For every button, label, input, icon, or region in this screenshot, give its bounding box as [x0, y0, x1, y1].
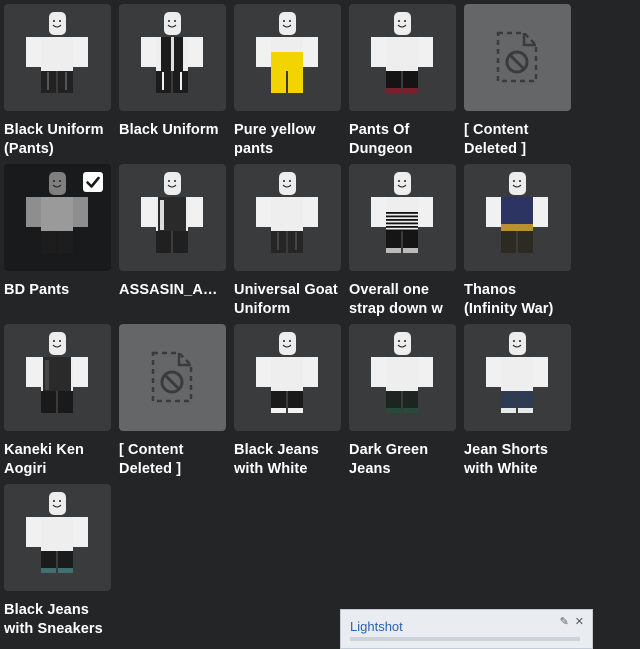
avatar-preview-icon: [371, 12, 433, 93]
lightshot-notification[interactable]: Lightshot ✎ ✕: [340, 609, 593, 649]
item-thumbnail[interactable]: [119, 164, 226, 271]
inventory-item[interactable]: Black Uniform: [119, 4, 226, 157]
avatar-preview-icon: [26, 492, 88, 573]
inventory-item[interactable]: Thanos (Infinity War): [464, 164, 571, 317]
item-thumbnail[interactable]: [4, 4, 111, 111]
inventory-grid: Black Uniform (Pants) Black Uniform Pure y…: [4, 4, 584, 637]
inventory-item[interactable]: ASSASIN_ASSASIN: [119, 164, 226, 317]
avatar-preview-icon: [256, 172, 318, 253]
item-name[interactable]: Black Uniform: [119, 121, 226, 140]
checkmark-icon[interactable]: [83, 172, 103, 192]
inventory-item[interactable]: Black Jeans with White: [234, 324, 341, 477]
avatar-preview-icon: [141, 12, 203, 93]
item-thumbnail[interactable]: [234, 4, 341, 111]
inventory-item[interactable]: [ Content Deleted ]: [464, 4, 571, 157]
lightshot-title: Lightshot: [350, 619, 403, 634]
inventory-item[interactable]: Pure yellow pants: [234, 4, 341, 157]
item-name[interactable]: [ Content Deleted ]: [464, 121, 571, 159]
item-name[interactable]: Kaneki Ken Aogiri: [4, 441, 111, 479]
avatar-preview-icon: [26, 12, 88, 93]
avatar-preview-icon: [371, 172, 433, 253]
inventory-item[interactable]: BD Pants: [4, 164, 111, 317]
item-thumbnail[interactable]: [234, 324, 341, 431]
item-name[interactable]: Jean Shorts with White: [464, 441, 571, 479]
item-name[interactable]: ASSASIN_ASSASIN: [119, 281, 226, 300]
deleted-file-icon: [496, 31, 538, 83]
item-thumbnail[interactable]: [4, 324, 111, 431]
close-icon[interactable]: ✕: [575, 616, 584, 628]
avatar-preview-icon: [256, 332, 318, 413]
inventory-item[interactable]: Overall one strap down w: [349, 164, 456, 317]
inventory-item[interactable]: Black Jeans with Sneakers: [4, 484, 111, 637]
item-name[interactable]: Black Jeans with Sneakers: [4, 601, 111, 639]
content-deleted-thumbnail[interactable]: [119, 324, 226, 431]
item-thumbnail[interactable]: [464, 324, 571, 431]
item-name[interactable]: Black Jeans with White: [234, 441, 341, 479]
content-deleted-thumbnail[interactable]: [464, 4, 571, 111]
item-name[interactable]: Thanos (Infinity War): [464, 281, 571, 319]
item-thumbnail[interactable]: [234, 164, 341, 271]
item-thumbnail[interactable]: [349, 164, 456, 271]
avatar-preview-icon: [486, 172, 548, 253]
avatar-preview-icon: [26, 332, 88, 413]
deleted-file-icon: [151, 351, 193, 403]
item-thumbnail[interactable]: [349, 324, 456, 431]
item-name[interactable]: [ Content Deleted ]: [119, 441, 226, 479]
inventory-item[interactable]: Jean Shorts with White: [464, 324, 571, 477]
item-thumbnail[interactable]: [349, 4, 456, 111]
avatar-preview-icon: [256, 12, 318, 93]
inventory-item[interactable]: Pants Of Dungeon: [349, 4, 456, 157]
item-name[interactable]: Universal Goat Uniform: [234, 281, 341, 319]
item-thumbnail[interactable]: [4, 484, 111, 591]
item-thumbnail[interactable]: [464, 164, 571, 271]
item-name[interactable]: Dark Green Jeans: [349, 441, 456, 479]
settings-icon[interactable]: ✎: [560, 616, 569, 628]
item-thumbnail[interactable]: [119, 4, 226, 111]
inventory-item[interactable]: Universal Goat Uniform: [234, 164, 341, 317]
item-name[interactable]: Pure yellow pants: [234, 121, 341, 159]
item-name[interactable]: BD Pants: [4, 281, 111, 300]
item-name[interactable]: Pants Of Dungeon: [349, 121, 456, 159]
inventory-item[interactable]: Kaneki Ken Aogiri: [4, 324, 111, 477]
inventory-item[interactable]: Dark Green Jeans: [349, 324, 456, 477]
item-name[interactable]: Black Uniform (Pants): [4, 121, 111, 159]
avatar-preview-icon: [486, 332, 548, 413]
inventory-item[interactable]: [ Content Deleted ]: [119, 324, 226, 477]
inventory-item[interactable]: Black Uniform (Pants): [4, 4, 111, 157]
avatar-preview-icon: [371, 332, 433, 413]
item-name[interactable]: Overall one strap down w: [349, 281, 456, 319]
item-thumbnail[interactable]: [4, 164, 111, 271]
avatar-preview-icon: [141, 172, 203, 253]
